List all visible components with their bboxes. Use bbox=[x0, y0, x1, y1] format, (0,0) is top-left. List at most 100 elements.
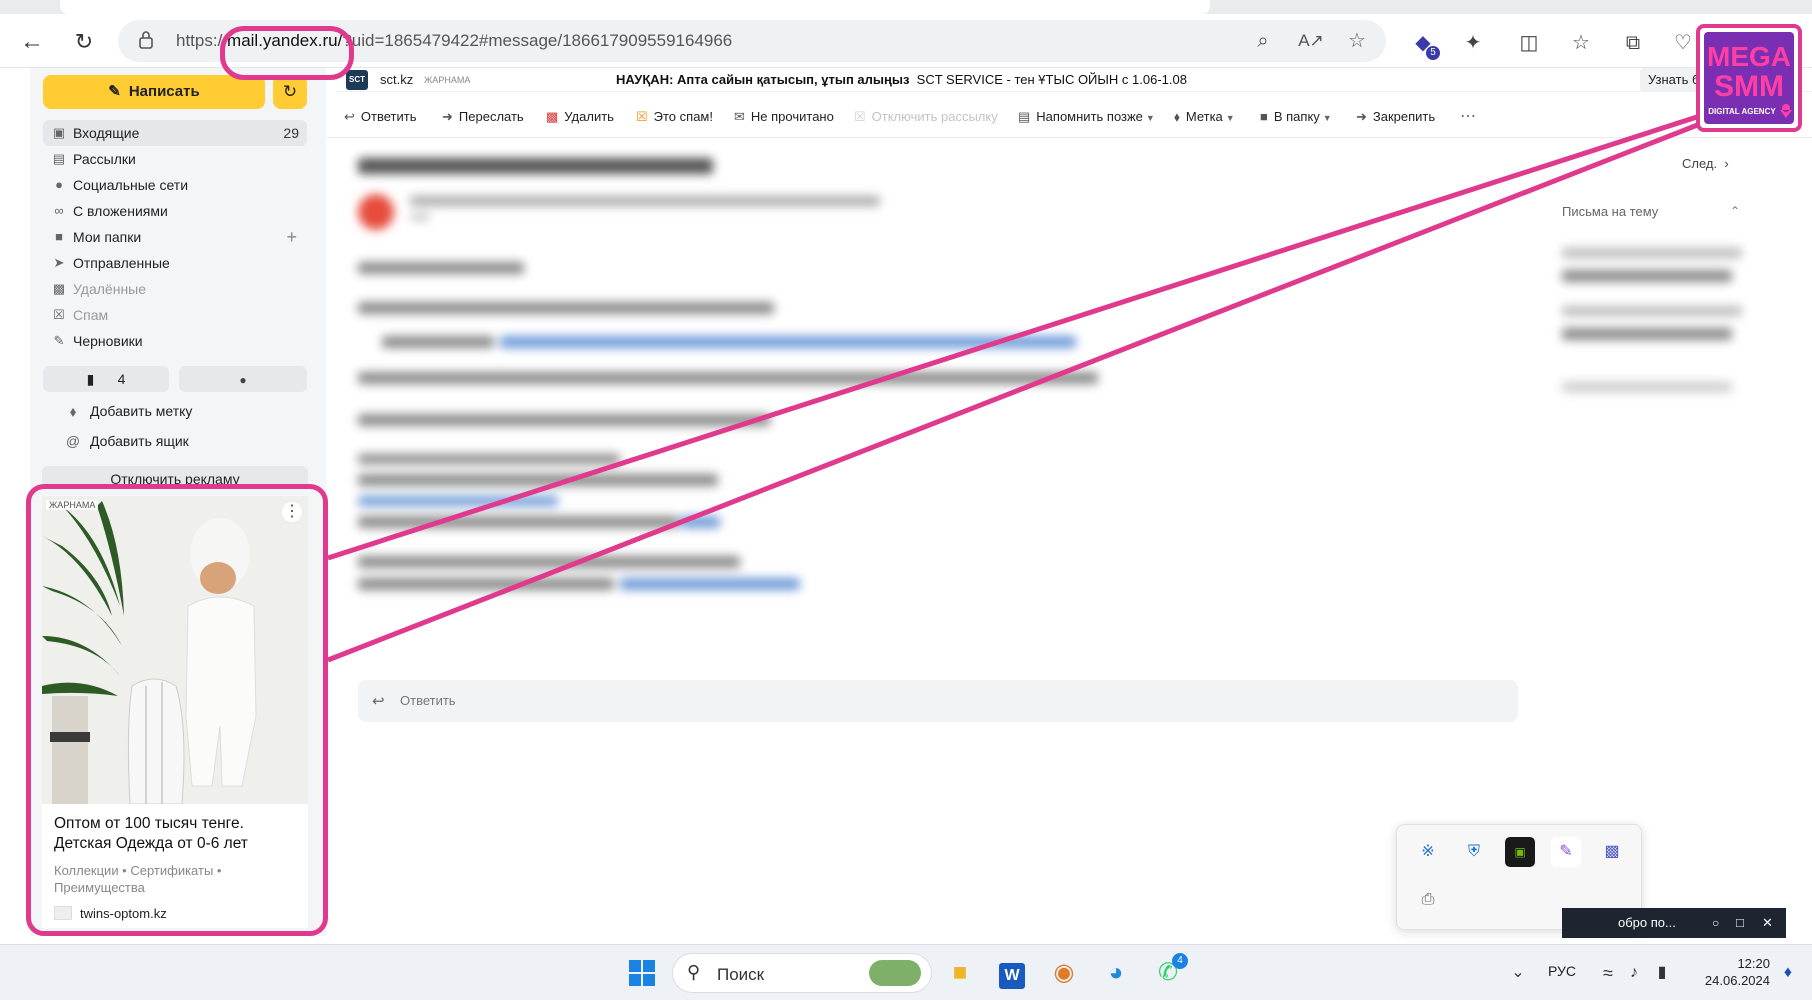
label-action[interactable]: ⬧ Метка ▼ bbox=[1174, 102, 1235, 132]
move-to-folder-action[interactable]: ■ В папку ▼ bbox=[1260, 102, 1332, 132]
quick-reply-bar[interactable]: ↩ Ответить bbox=[358, 680, 1518, 722]
folder-deleted[interactable]: ▩ Удалённые bbox=[43, 276, 307, 302]
compose-button[interactable]: ✎ Написать bbox=[43, 75, 265, 109]
clock[interactable]: 12:20 24.06.2024 bbox=[1690, 955, 1770, 989]
heart-icon[interactable]: ♡ bbox=[1668, 28, 1698, 58]
file-explorer-icon[interactable]: ■ bbox=[944, 957, 976, 989]
at-sign-icon: @ bbox=[65, 433, 81, 449]
body-link bbox=[680, 516, 720, 528]
edge-icon[interactable]: ◕ bbox=[1100, 957, 1132, 989]
app-eye-icon[interactable]: ◉ bbox=[1048, 957, 1080, 989]
notification-bell-icon[interactable]: ♦ bbox=[1772, 957, 1804, 989]
folder-attachments[interactable]: ∞ С вложениями bbox=[43, 198, 307, 224]
tray-chevron-icon[interactable]: ⌄ bbox=[1502, 957, 1534, 989]
url-rest: ?uid=1865479422#message/1866179095591649… bbox=[342, 31, 733, 50]
taskbar-search[interactable]: ⚲ Поиск bbox=[672, 953, 932, 993]
bookmarks-count: 4 bbox=[117, 371, 126, 387]
thread-item bbox=[1562, 306, 1742, 316]
remind-later-action[interactable]: ▤ Напомнить позже ▼ bbox=[1018, 102, 1155, 132]
mark-unread-action[interactable]: ✉ Не прочитано bbox=[734, 102, 834, 132]
body-line bbox=[358, 372, 1098, 384]
tag-icon: ⬧ bbox=[1174, 109, 1180, 124]
sender-avatar bbox=[358, 194, 394, 230]
unsubscribe-action[interactable]: ☒ Отключить рассылку bbox=[854, 102, 998, 132]
chat-bubble-icon: ● bbox=[55, 177, 63, 192]
refresh-icon: ↻ bbox=[282, 82, 298, 101]
minimize-icon[interactable]: ○ bbox=[1712, 908, 1719, 938]
paperclip-icon: ∞ bbox=[54, 203, 64, 218]
bookmarks-pill[interactable]: ▮ 4 bbox=[43, 366, 169, 392]
action-label: Это спам! bbox=[653, 109, 713, 124]
reload-button[interactable]: ↻ bbox=[68, 26, 100, 58]
extensions-puzzle-icon[interactable]: ✦ bbox=[1458, 28, 1488, 58]
pin-icon: ➜ bbox=[1356, 109, 1367, 124]
top-ad-banner[interactable]: SCT sct.kz ЖАРНАМА НАУҚАН: Апта сайын қа… bbox=[336, 68, 1812, 92]
spam-action[interactable]: ☒ Это спам! bbox=[636, 102, 713, 132]
trash-icon: ▩ bbox=[546, 109, 559, 124]
reply-icon: ↩ bbox=[372, 693, 385, 710]
unread-filter-pill[interactable]: ● bbox=[179, 366, 307, 392]
favorites-icon[interactable]: ☆ bbox=[1566, 28, 1596, 58]
nvidia-icon[interactable]: ▣ bbox=[1505, 837, 1535, 867]
next-label: След. bbox=[1682, 156, 1718, 171]
language-indicator[interactable]: РУС bbox=[1548, 963, 1576, 979]
chevron-up-icon[interactable]: ⌃ bbox=[1730, 204, 1740, 218]
back-button[interactable]: ← bbox=[16, 26, 48, 58]
windows-start-icon[interactable] bbox=[626, 957, 658, 989]
compose-label: Написать bbox=[128, 83, 200, 100]
more-actions-icon[interactable]: ⋯ bbox=[1460, 102, 1476, 132]
battery-icon[interactable]: ▮ bbox=[1646, 957, 1678, 989]
action-label: Удалить bbox=[564, 109, 614, 124]
search-icon: ⚲ bbox=[687, 962, 701, 982]
security-shield-icon[interactable]: ⛨ bbox=[1459, 837, 1489, 867]
add-folder-icon[interactable]: + bbox=[286, 224, 297, 250]
next-message-link[interactable]: След. › bbox=[1682, 156, 1729, 171]
split-screen-icon[interactable]: ◫ bbox=[1514, 28, 1544, 58]
extension-icon[interactable]: ◆ 5 bbox=[1408, 28, 1440, 60]
printer-icon[interactable]: ⎙ bbox=[1413, 885, 1443, 915]
folder-inbox[interactable]: ▣ Входящие 29 bbox=[43, 120, 307, 146]
add-label-link[interactable]: ⬧ Добавить метку bbox=[64, 399, 193, 423]
folder-my-folders[interactable]: ■ Мои папки + bbox=[43, 224, 307, 250]
zoom-icon[interactable]: ⌕ bbox=[1250, 28, 1276, 54]
bluetooth-icon[interactable]: ※ bbox=[1413, 837, 1443, 867]
folder-newsletters[interactable]: ▤ Рассылки bbox=[43, 146, 307, 172]
forward-icon: ➜ bbox=[442, 109, 453, 124]
word-icon[interactable]: W bbox=[996, 957, 1028, 989]
inbox-icon: ▣ bbox=[52, 125, 66, 140]
body-line bbox=[358, 556, 740, 568]
floating-notification[interactable]: обро по... ○ □ ✕ bbox=[1562, 908, 1786, 938]
folder-label: С вложениями bbox=[73, 203, 168, 219]
whatsapp-icon[interactable]: ✆ 4 bbox=[1152, 953, 1188, 989]
add-mailbox-link[interactable]: @ Добавить ящик bbox=[64, 429, 189, 453]
pin-action[interactable]: ➜ Закрепить bbox=[1356, 102, 1435, 132]
action-label: Закрепить bbox=[1372, 109, 1436, 124]
folder-label: Черновики bbox=[73, 333, 143, 349]
pen-icon[interactable]: ✎ bbox=[1551, 837, 1581, 867]
folder-sent[interactable]: ➤ Отправленные bbox=[43, 250, 307, 276]
forward-action[interactable]: ➜ Переслать bbox=[442, 102, 524, 132]
unread-count: 29 bbox=[283, 125, 299, 141]
refresh-button[interactable]: ↻ bbox=[273, 75, 307, 109]
thread-panel-header[interactable]: Письма на тему ⌃ bbox=[1562, 204, 1740, 219]
delete-action[interactable]: ▩ Удалить bbox=[546, 102, 614, 132]
add-mailbox-text: Добавить ящик bbox=[90, 433, 189, 449]
browser-tab[interactable] bbox=[60, 0, 1210, 14]
folder-drafts[interactable]: ✎ Черновики bbox=[43, 328, 307, 354]
url-highlight-circle bbox=[220, 26, 354, 80]
teams-icon[interactable]: ▩ bbox=[1597, 837, 1627, 867]
clock-date: 24.06.2024 bbox=[1704, 973, 1770, 988]
favorite-star-icon[interactable]: ☆ bbox=[1344, 28, 1370, 54]
folder-social[interactable]: ● Социальные сети bbox=[43, 172, 307, 198]
folder-label: Удалённые bbox=[73, 281, 147, 297]
read-aloud-icon[interactable]: A↗ bbox=[1298, 28, 1324, 54]
taskbar-search-label: Поиск bbox=[717, 965, 765, 984]
body-link bbox=[358, 496, 558, 506]
folder-spam[interactable]: ☒ Спам bbox=[43, 302, 307, 328]
close-icon[interactable]: ✕ bbox=[1762, 908, 1773, 938]
reply-action[interactable]: ↩ Ответить bbox=[344, 102, 416, 132]
body-line bbox=[382, 336, 494, 348]
collections-icon[interactable]: ⧉ bbox=[1618, 28, 1648, 58]
maximize-icon[interactable]: □ bbox=[1736, 908, 1744, 938]
body-link bbox=[500, 336, 1076, 348]
